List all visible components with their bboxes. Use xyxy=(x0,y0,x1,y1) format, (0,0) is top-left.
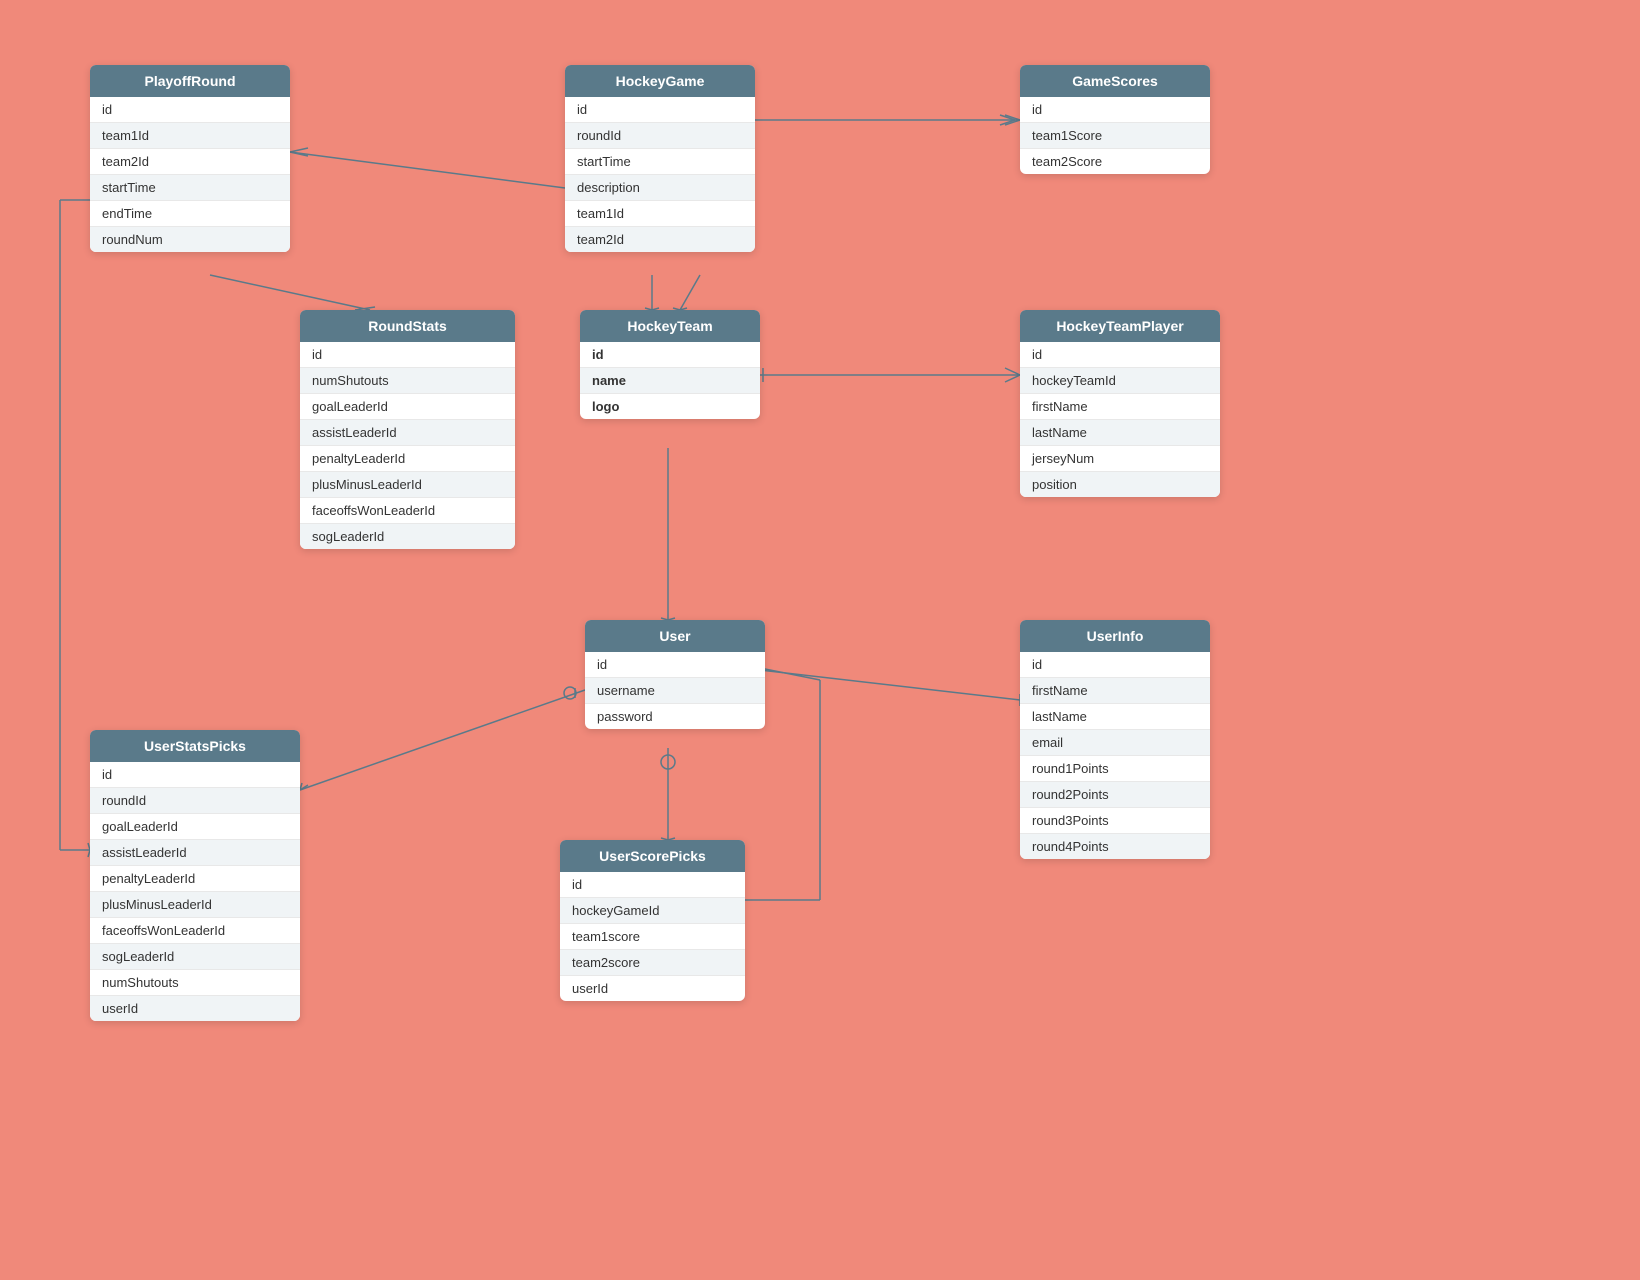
entity-userscorepicks: UserScorePicks id hockeyGameId team1scor… xyxy=(560,840,745,1001)
field-userstatspicks-goalleaderid: goalLeaderId xyxy=(90,814,300,840)
entity-userstatspicks: UserStatsPicks id roundId goalLeaderId a… xyxy=(90,730,300,1021)
field-roundstats-plusminusleaderid: plusMinusLeaderId xyxy=(300,472,515,498)
field-hockeyteamplayer-lastname: lastName xyxy=(1020,420,1220,446)
field-userscorepicks-hockeygameid: hockeyGameId xyxy=(560,898,745,924)
field-userscorepicks-userid: userId xyxy=(560,976,745,1001)
field-hockeyteamplayer-id: id xyxy=(1020,342,1220,368)
field-roundstats-assistleaderid: assistLeaderId xyxy=(300,420,515,446)
field-roundstats-sogleaderid: sogLeaderId xyxy=(300,524,515,549)
field-playoffround-endtime: endTime xyxy=(90,201,290,227)
field-userstatspicks-plusminusleaderid: plusMinusLeaderId xyxy=(90,892,300,918)
entity-gamescores: GameScores id team1Score team2Score xyxy=(1020,65,1210,174)
entity-roundstats: RoundStats id numShutouts goalLeaderId a… xyxy=(300,310,515,549)
field-userinfo-firstname: firstName xyxy=(1020,678,1210,704)
field-hockeyteam-name: name xyxy=(580,368,760,394)
field-hockeyteamplayer-jerseynum: jerseyNum xyxy=(1020,446,1220,472)
field-roundstats-id: id xyxy=(300,342,515,368)
field-roundstats-numshutouts: numShutouts xyxy=(300,368,515,394)
field-hockeygame-team1id: team1Id xyxy=(565,201,755,227)
entity-header-user: User xyxy=(585,620,765,652)
entity-playoffround: PlayoffRound id team1Id team2Id startTim… xyxy=(90,65,290,252)
field-userstatspicks-assistleaderid: assistLeaderId xyxy=(90,840,300,866)
field-userscorepicks-team1score: team1score xyxy=(560,924,745,950)
field-userstatspicks-sogleaderid: sogLeaderId xyxy=(90,944,300,970)
field-userstatspicks-id: id xyxy=(90,762,300,788)
entity-header-hockeygame: HockeyGame xyxy=(565,65,755,97)
entity-header-userscorepicks: UserScorePicks xyxy=(560,840,745,872)
field-roundstats-penaltyleaderid: penaltyLeaderId xyxy=(300,446,515,472)
field-roundstats-goalleaderid: goalLeaderId xyxy=(300,394,515,420)
field-hockeyteamplayer-firstname: firstName xyxy=(1020,394,1220,420)
entity-userinfo: UserInfo id firstName lastName email rou… xyxy=(1020,620,1210,859)
field-gamescores-team2score: team2Score xyxy=(1020,149,1210,174)
field-hockeygame-starttime: startTime xyxy=(565,149,755,175)
field-userinfo-lastname: lastName xyxy=(1020,704,1210,730)
field-user-password: password xyxy=(585,704,765,729)
field-gamescores-team1score: team1Score xyxy=(1020,123,1210,149)
field-hockeyteamplayer-hockeyteamid: hockeyTeamId xyxy=(1020,368,1220,394)
field-playoffround-id: id xyxy=(90,97,290,123)
field-user-username: username xyxy=(585,678,765,704)
field-userstatspicks-penaltyleaderid: penaltyLeaderId xyxy=(90,866,300,892)
field-userstatspicks-roundid: roundId xyxy=(90,788,300,814)
field-userinfo-round4points: round4Points xyxy=(1020,834,1210,859)
field-hockeyteam-logo: logo xyxy=(580,394,760,419)
field-hockeyteam-id: id xyxy=(580,342,760,368)
entity-header-gamescores: GameScores xyxy=(1020,65,1210,97)
field-roundstats-faceoffswonleaderid: faceoffsWonLeaderId xyxy=(300,498,515,524)
entity-header-roundstats: RoundStats xyxy=(300,310,515,342)
field-hockeygame-id: id xyxy=(565,97,755,123)
field-playoffround-team2id: team2Id xyxy=(90,149,290,175)
field-playoffround-roundnum: roundNum xyxy=(90,227,290,252)
field-userscorepicks-id: id xyxy=(560,872,745,898)
field-userinfo-round3points: round3Points xyxy=(1020,808,1210,834)
entity-hockeyteam: HockeyTeam id name logo xyxy=(580,310,760,419)
field-playoffround-starttime: startTime xyxy=(90,175,290,201)
field-userinfo-round2points: round2Points xyxy=(1020,782,1210,808)
entity-user: User id username password xyxy=(585,620,765,729)
field-userinfo-id: id xyxy=(1020,652,1210,678)
field-hockeygame-description: description xyxy=(565,175,755,201)
field-userinfo-round1points: round1Points xyxy=(1020,756,1210,782)
field-gamescores-id: id xyxy=(1020,97,1210,123)
field-userstatspicks-faceoffswonleaderid: faceoffsWonLeaderId xyxy=(90,918,300,944)
field-userscorepicks-team2score: team2score xyxy=(560,950,745,976)
field-user-id: id xyxy=(585,652,765,678)
entity-header-hockeyteamplayer: HockeyTeamPlayer xyxy=(1020,310,1220,342)
field-hockeygame-roundid: roundId xyxy=(565,123,755,149)
erd-diagram: PlayoffRound id team1Id team2Id startTim… xyxy=(0,0,1640,1280)
entity-hockeyteamplayer: HockeyTeamPlayer id hockeyTeamId firstNa… xyxy=(1020,310,1220,497)
field-userstatspicks-numshutouts: numShutouts xyxy=(90,970,300,996)
field-userinfo-email: email xyxy=(1020,730,1210,756)
field-playoffround-team1id: team1Id xyxy=(90,123,290,149)
entity-hockeygame: HockeyGame id roundId startTime descript… xyxy=(565,65,755,252)
entity-header-hockeyteam: HockeyTeam xyxy=(580,310,760,342)
field-hockeygame-team2id: team2Id xyxy=(565,227,755,252)
entity-header-userstatspicks: UserStatsPicks xyxy=(90,730,300,762)
entity-header-userinfo: UserInfo xyxy=(1020,620,1210,652)
field-hockeyteamplayer-position: position xyxy=(1020,472,1220,497)
entity-header-playoffround: PlayoffRound xyxy=(90,65,290,97)
field-userstatspicks-userid: userId xyxy=(90,996,300,1021)
